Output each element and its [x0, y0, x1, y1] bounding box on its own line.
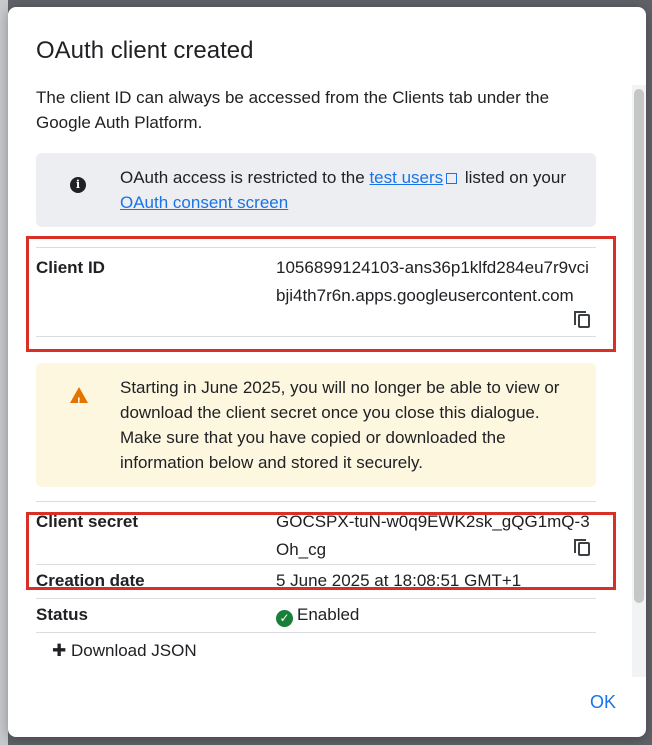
info-text-before: OAuth access is restricted to the [120, 168, 370, 187]
info-banner: i OAuth access is restricted to the test… [36, 153, 596, 227]
ok-button[interactable]: OK [584, 688, 622, 717]
status-row: Status ✓ Enabled [36, 598, 596, 633]
warning-banner: ! Starting in June 2025, you will no lon… [36, 363, 596, 487]
test-users-link[interactable]: test users [369, 168, 443, 187]
info-text-middle: listed on your [460, 168, 566, 187]
status-text: Enabled [297, 605, 360, 624]
download-label: Download JSON [70, 641, 197, 660]
client-id-highlight [26, 236, 616, 352]
external-link-icon [446, 173, 458, 184]
intro-text: The client ID can always be accessed fro… [36, 88, 550, 132]
status-label: Status [36, 605, 88, 624]
warning-text: Starting in June 2025, you will no longe… [120, 378, 560, 472]
client-secret-highlight [26, 512, 616, 590]
info-icon: i [70, 177, 86, 193]
check-circle-icon: ✓ [276, 610, 293, 627]
download-json-button[interactable]: ✚ Download JSON [36, 641, 596, 661]
scrollbar-thumb[interactable] [634, 89, 644, 603]
status-value: ✓ Enabled [276, 599, 596, 632]
oauth-client-created-dialog: OAuth client created The client ID can a… [8, 7, 646, 737]
background-page [0, 0, 8, 745]
warning-icon: ! [70, 387, 88, 408]
download-icon: ✚ [52, 641, 67, 660]
dialog-title: OAuth client created [36, 37, 254, 64]
oauth-consent-screen-link[interactable]: OAuth consent screen [120, 193, 288, 212]
